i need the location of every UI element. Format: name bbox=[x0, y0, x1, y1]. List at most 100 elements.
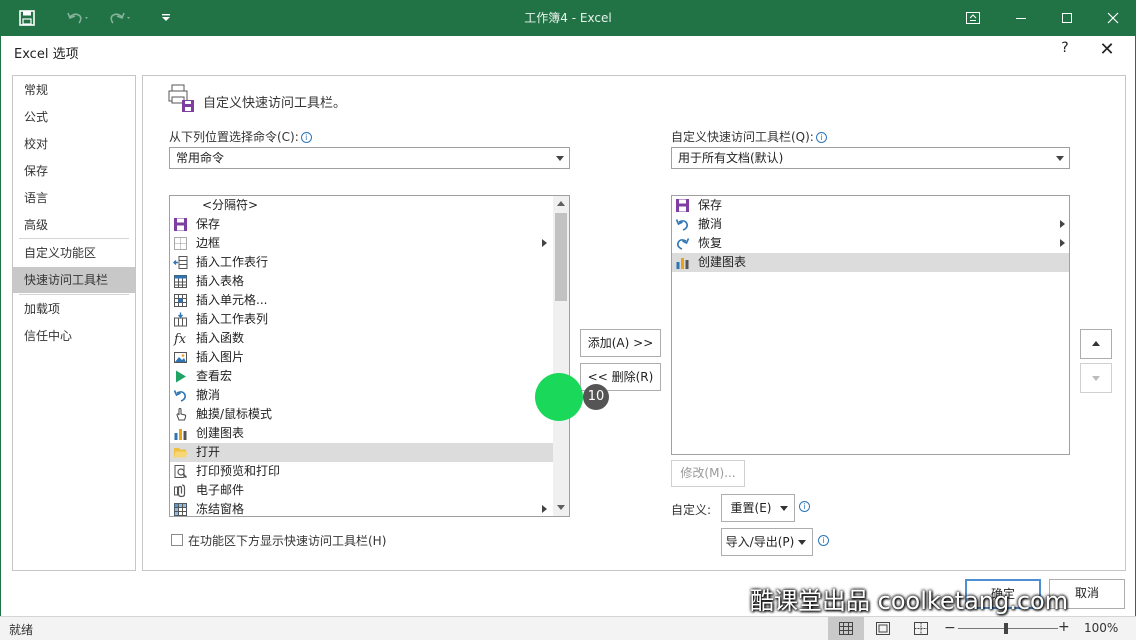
choose-commands-text: 从下列位置选择命令(C): bbox=[169, 130, 299, 144]
command-item-label: <分隔符> bbox=[202, 198, 259, 212]
choose-commands-combo[interactable]: 常用命令 bbox=[169, 147, 570, 169]
command-item[interactable]: 查看宏 bbox=[170, 367, 553, 386]
command-item[interactable]: 插入工作表行 bbox=[170, 253, 553, 272]
info-icon: i bbox=[799, 501, 810, 512]
toolbar-items-list[interactable]: 保存 撤消恢复创建图表 bbox=[671, 195, 1070, 455]
zoom-level[interactable]: 100% bbox=[1084, 621, 1118, 635]
toolbar-item[interactable]: 恢复 bbox=[672, 234, 1069, 253]
step-badge: 10 bbox=[583, 384, 609, 410]
chart-icon bbox=[675, 255, 690, 270]
close-window-icon[interactable] bbox=[1100, 0, 1126, 36]
command-item[interactable]: 保存 bbox=[170, 215, 553, 234]
save-icon[interactable] bbox=[14, 0, 40, 36]
dialog-title: Excel 选项 bbox=[14, 47, 79, 62]
touch-icon bbox=[173, 407, 188, 422]
command-item[interactable]: 冻结窗格 bbox=[170, 500, 553, 516]
help-button[interactable]: ? bbox=[1057, 40, 1073, 60]
ribbon-display-icon[interactable] bbox=[960, 0, 986, 36]
minimize-icon[interactable] bbox=[1008, 0, 1034, 36]
close-dialog-button[interactable]: ✕ bbox=[1097, 38, 1117, 62]
maximize-icon[interactable] bbox=[1054, 0, 1080, 36]
add-button[interactable]: 添加(A) >> bbox=[580, 329, 661, 357]
page-break-icon[interactable] bbox=[914, 622, 928, 635]
zoom-out-icon[interactable]: − bbox=[944, 621, 956, 635]
status-bar: 就绪 − + 100% bbox=[0, 616, 1136, 640]
undo-icon[interactable] bbox=[62, 0, 94, 36]
toolbar-item[interactable]: 撤消 bbox=[672, 215, 1069, 234]
command-item-label: 保存 bbox=[196, 217, 221, 231]
reset-button[interactable]: 重置(E) bbox=[721, 494, 795, 522]
nav-item-save[interactable]: 保存 bbox=[13, 158, 135, 184]
command-item[interactable]: 插入图片 bbox=[170, 348, 553, 367]
redo-icon[interactable] bbox=[104, 0, 136, 36]
command-item[interactable]: 撤消 bbox=[170, 386, 553, 405]
nav-item-advanced[interactable]: 高级 bbox=[13, 212, 135, 238]
info-icon: i bbox=[815, 132, 827, 143]
svg-text:fx: fx bbox=[173, 332, 187, 346]
command-item[interactable]: 插入表格 bbox=[170, 272, 553, 291]
zoom-thumb[interactable] bbox=[1004, 623, 1008, 634]
modify-button[interactable]: 修改(M)... bbox=[671, 460, 745, 487]
page-layout-icon[interactable] bbox=[876, 622, 890, 635]
zoom-in-icon[interactable]: + bbox=[1058, 620, 1070, 634]
move-up-button[interactable] bbox=[1080, 329, 1112, 359]
redo-icon bbox=[675, 236, 690, 251]
command-item[interactable]: 打开 bbox=[170, 443, 553, 462]
commands-list[interactable]: <分隔符> 保存边框插入工作表行插入表格 插入单元格... 插入工作表列 fx 插入函数插… bbox=[169, 195, 570, 517]
command-item[interactable]: 边框 bbox=[170, 234, 553, 253]
qat-heading-icon bbox=[168, 84, 196, 114]
nav-item-formulas[interactable]: 公式 bbox=[13, 104, 135, 130]
undo-icon bbox=[675, 217, 690, 232]
command-item[interactable]: <分隔符> bbox=[170, 196, 553, 215]
command-item-label: 创建图表 bbox=[196, 426, 245, 440]
scroll-down-icon[interactable] bbox=[557, 505, 565, 510]
toolbar-item-label: 恢复 bbox=[698, 236, 723, 250]
insert-cell-icon bbox=[173, 293, 188, 308]
scroll-thumb[interactable] bbox=[555, 213, 567, 301]
import-export-button[interactable]: 导入/导出(P) bbox=[721, 528, 813, 556]
email-icon bbox=[173, 483, 188, 498]
toolbar-item[interactable]: 创建图表 bbox=[672, 253, 1069, 272]
nav-item-trust-center[interactable]: 信任中心 bbox=[13, 323, 135, 349]
command-item-label: 电子邮件 bbox=[196, 483, 245, 497]
nav-item-addins[interactable]: 加载项 bbox=[13, 296, 135, 322]
command-item[interactable]: 打印预览和打印 bbox=[170, 462, 553, 481]
zoom-slider[interactable] bbox=[958, 628, 1058, 629]
command-item[interactable]: fx 插入函数 bbox=[170, 329, 553, 348]
nav-item-proofing[interactable]: 校对 bbox=[13, 131, 135, 157]
commands-scrollbar[interactable] bbox=[553, 196, 569, 516]
chevron-down-icon bbox=[780, 506, 788, 511]
nav-item-quick-access-toolbar[interactable]: 快速访问工具栏 bbox=[13, 267, 135, 293]
customize-toolbar-combo[interactable]: 用于所有文档(默认) bbox=[671, 147, 1070, 169]
command-item-label: 查看宏 bbox=[196, 369, 233, 383]
customize-toolbar-label: 自定义快速访问工具栏(Q): i bbox=[671, 128, 827, 145]
normal-view-icon[interactable] bbox=[828, 617, 864, 640]
command-item-label: 插入函数 bbox=[196, 331, 245, 345]
qat-heading: 自定义快速访问工具栏。 bbox=[203, 96, 347, 111]
toolbar-item[interactable]: 保存 bbox=[672, 196, 1069, 215]
move-down-button[interactable] bbox=[1080, 363, 1112, 393]
command-item[interactable]: 创建图表 bbox=[170, 424, 553, 443]
save-icon bbox=[675, 198, 690, 213]
customize-toolbar-value: 用于所有文档(默认) bbox=[678, 151, 784, 165]
customize-qat-icon[interactable] bbox=[158, 0, 174, 36]
scroll-up-icon[interactable] bbox=[557, 201, 565, 206]
command-item-label: 插入工作表行 bbox=[196, 255, 269, 269]
command-item-label: 触摸/鼠标模式 bbox=[196, 407, 273, 421]
show-below-ribbon-label: 在功能区下方显示快速访问工具栏(H) bbox=[188, 534, 387, 548]
choose-commands-label: 从下列位置选择命令(C): i bbox=[169, 128, 312, 145]
command-item[interactable]: 插入单元格... bbox=[170, 291, 553, 310]
undo-icon bbox=[173, 388, 188, 403]
show-below-ribbon-checkbox[interactable] bbox=[171, 534, 183, 546]
command-item[interactable]: 触摸/鼠标模式 bbox=[170, 405, 553, 424]
nav-item-language[interactable]: 语言 bbox=[13, 185, 135, 211]
choose-commands-value: 常用命令 bbox=[176, 151, 225, 165]
nav-separator bbox=[19, 294, 129, 295]
chevron-down-icon bbox=[556, 156, 564, 161]
reset-button-label: 重置(E) bbox=[730, 501, 772, 515]
command-item[interactable]: 插入工作表列 bbox=[170, 310, 553, 329]
nav-item-customize-ribbon[interactable]: 自定义功能区 bbox=[13, 240, 135, 266]
command-item[interactable]: 电子邮件 bbox=[170, 481, 553, 500]
nav-item-general[interactable]: 常规 bbox=[13, 77, 135, 103]
submenu-arrow-icon bbox=[1060, 239, 1065, 247]
